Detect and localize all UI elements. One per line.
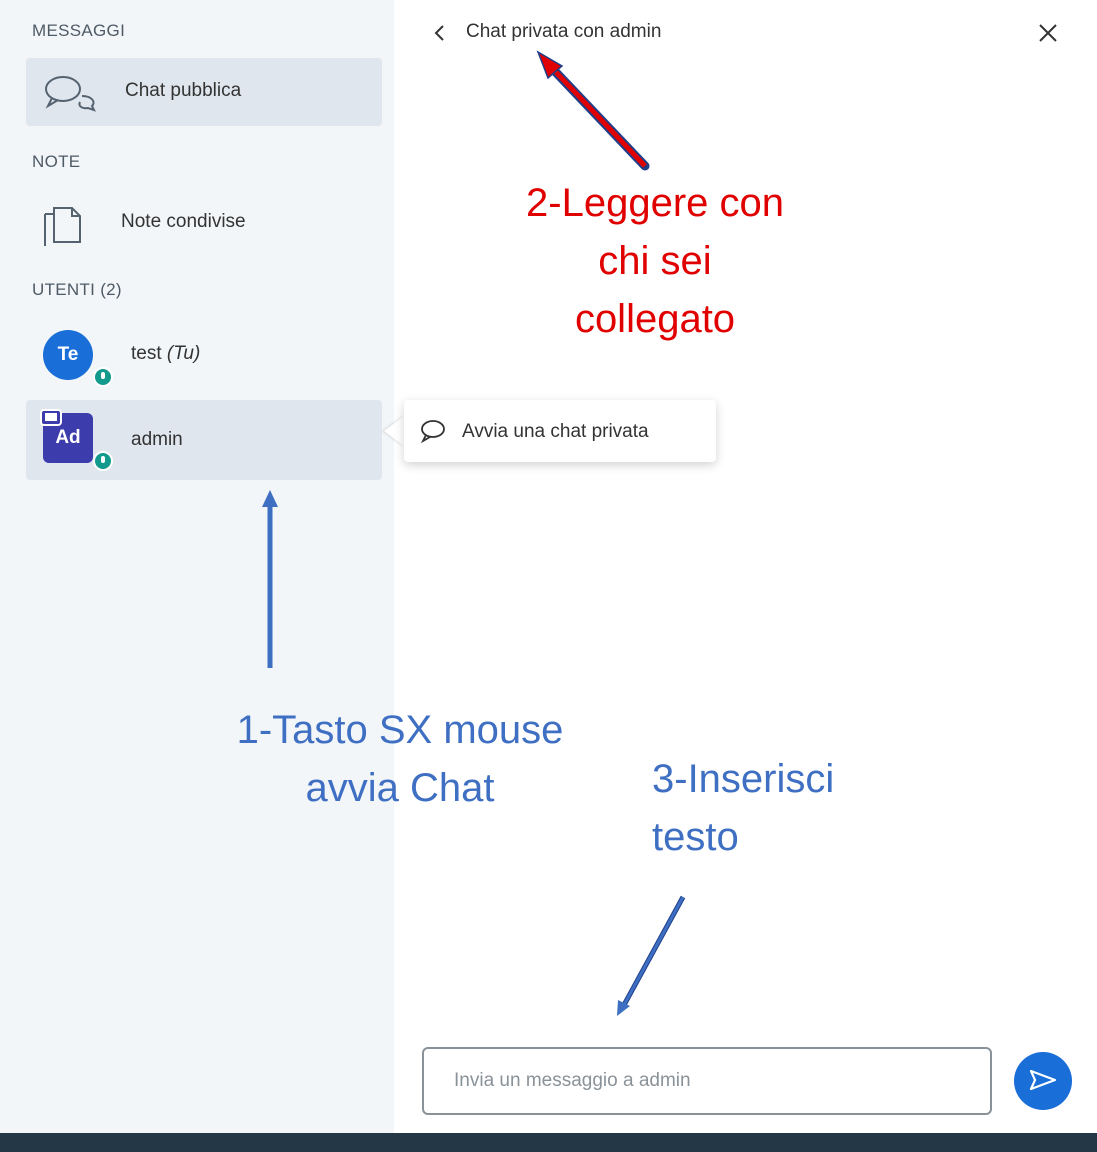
messages-section-title: MESSAGGI (32, 21, 126, 40)
you-label: (Tu) (166, 343, 201, 364)
status-online-icon (93, 367, 113, 387)
users-section-title: UTENTI (2) (32, 280, 122, 299)
annotation-step3: 3-Inserisci testo (652, 750, 834, 866)
presenter-icon (40, 409, 62, 434)
annotation-step1: 1-Tasto SX mouse avvia Chat (200, 701, 600, 817)
send-button[interactable] (1014, 1052, 1072, 1110)
sidebar: MESSAGGI Chat pubblica NOTE Note condivi… (0, 0, 394, 1133)
start-private-chat-option[interactable]: Avvia una chat privata (462, 421, 649, 443)
annotation-line: 1-Tasto SX mouse (236, 708, 564, 752)
chat-bubble-icon (420, 419, 446, 448)
notes-section-title: NOTE (32, 152, 81, 171)
user-name: admin (131, 429, 183, 450)
annotation-line: 3-Inserisci (652, 757, 835, 801)
tooltip-arrow (384, 416, 404, 446)
status-online-icon (93, 451, 113, 471)
sidebar-item-shared-notes[interactable]: Note condivise (26, 190, 382, 254)
user-item-test[interactable]: Te test (Tu) (26, 316, 382, 396)
send-icon (1028, 1068, 1058, 1095)
public-chat-label: Chat pubblica (125, 80, 242, 101)
close-icon[interactable] (1037, 22, 1059, 49)
annotation-line: avvia Chat (305, 766, 495, 810)
user-name: test (Tu) (131, 343, 200, 365)
annotation-line: 2-Leggere con (526, 181, 784, 225)
chat-panel: Chat privata con admin (394, 0, 1097, 1133)
bottom-bar (0, 1133, 1097, 1152)
message-input[interactable] (422, 1047, 992, 1115)
chevron-left-icon[interactable] (432, 24, 446, 47)
annotation-line: collegato (574, 297, 736, 341)
user-name-text: test (131, 343, 162, 364)
private-chat-menu[interactable]: Avvia una chat privata (404, 400, 716, 462)
user-item-admin[interactable]: Ad admin (26, 400, 382, 480)
avatar-initials: Te (57, 344, 79, 365)
annotation-step2: 2-Leggere con chi sei collegato (480, 174, 830, 348)
avatar: Te (43, 330, 93, 380)
annotation-line: chi sei (598, 239, 712, 283)
annotation-line: testo (652, 815, 739, 859)
chat-title[interactable]: Chat privata con admin (466, 21, 661, 43)
chat-bubbles-icon (42, 72, 98, 117)
notes-icon (42, 198, 90, 251)
shared-notes-label: Note condivise (121, 211, 246, 232)
sidebar-item-public-chat[interactable]: Chat pubblica (26, 58, 382, 126)
